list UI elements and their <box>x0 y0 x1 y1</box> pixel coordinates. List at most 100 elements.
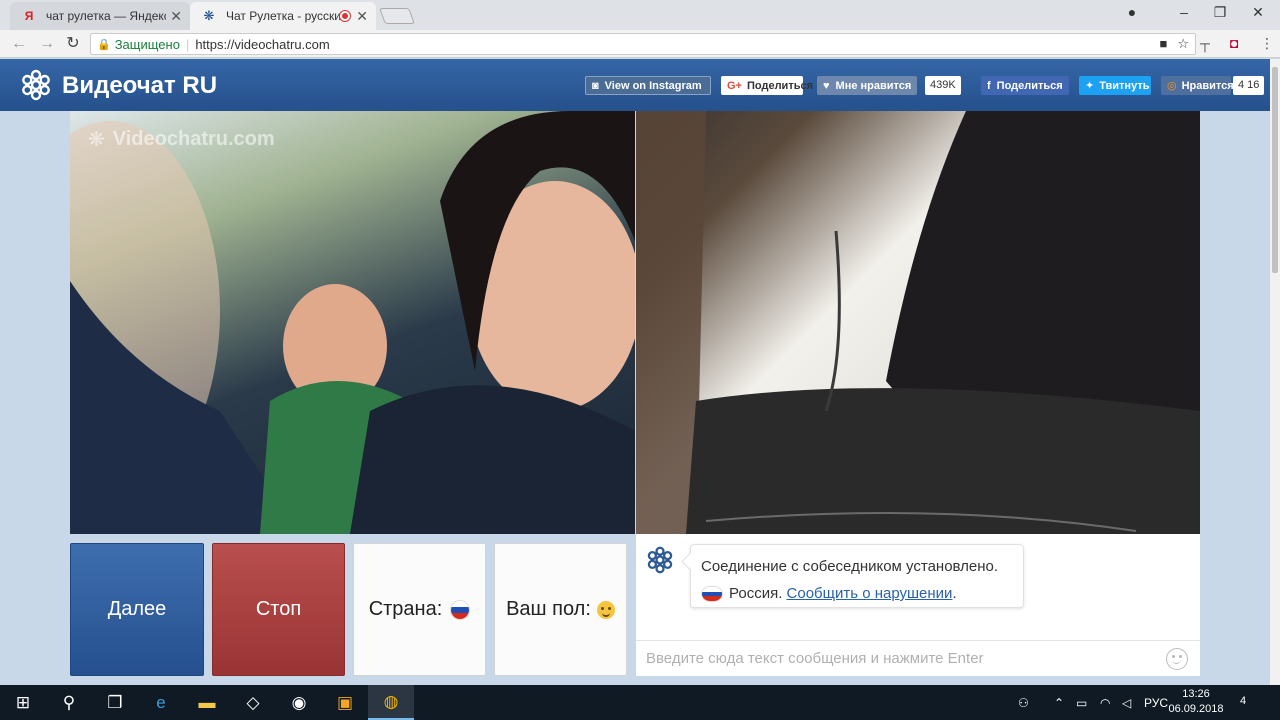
new-tab-button[interactable] <box>379 8 415 24</box>
action-center-icon[interactable]: 4 <box>1240 691 1246 709</box>
bookmark-star-icon[interactable]: ☆ <box>1177 36 1189 52</box>
instagram-icon: ◙ <box>592 79 599 92</box>
back-arrow-icon[interactable]: ← <box>8 33 30 55</box>
chat-logo-icon <box>647 546 673 574</box>
tab-title: чат рулетка — Яндекс: н <box>46 9 166 23</box>
clock-date: 06.09.2018 <box>1168 703 1224 715</box>
divider: | <box>185 36 190 52</box>
store-icon[interactable]: ◇ <box>230 685 276 720</box>
twitter-bird-icon: ✦ <box>1085 80 1095 92</box>
chat-message-input[interactable] <box>636 641 1156 675</box>
restore-icon[interactable]: ❐ <box>1208 4 1232 21</box>
lock-icon: 🔒 <box>97 38 111 51</box>
instagram-button[interactable]: ◙ View on Instagram <box>585 76 711 95</box>
wifi-icon[interactable]: ◠ <box>1100 685 1110 720</box>
camera-icon[interactable]: ■ <box>1159 36 1167 52</box>
notification-count: 4 <box>1240 695 1247 707</box>
profile-icon[interactable]: ● <box>1120 4 1144 20</box>
windows-taskbar: ⊞ ⚲ ❒ e ▬ ◇ ◉ ▣ ◍ ⚇ ⌃ ▭ ◠ ◁ РУС 13:26 06… <box>0 685 1280 720</box>
browser-toolbar: ← → ↻ 🔒 Защищено | https://videochatru.c… <box>0 30 1280 58</box>
edge-browser-icon[interactable]: e <box>138 685 184 720</box>
chrome-icon[interactable]: ◍ <box>368 685 414 720</box>
steam-icon[interactable]: ◉ <box>276 685 322 720</box>
site-header: Видеочат RU ◙ View on Instagram G+ Подел… <box>0 59 1270 111</box>
close-tab-icon[interactable]: ✕ <box>170 8 182 25</box>
recording-indicator-icon <box>340 11 350 21</box>
tray-expand-icon[interactable]: ⌃ <box>1054 685 1064 720</box>
stop-button[interactable]: Стоп <box>212 543 345 676</box>
facebook-share-button[interactable]: f Поделиться <box>981 76 1069 95</box>
page-scrollbar[interactable] <box>1270 59 1280 685</box>
like-label: Мне нравится <box>835 79 912 92</box>
twitter-label: Твитнуть <box>1099 79 1150 92</box>
vk-like-button[interactable]: ♥ Мне нравится <box>817 76 917 95</box>
gender-label: Ваш пол: <box>506 598 591 620</box>
odnoklassniki-icon: ◎ <box>1167 80 1177 92</box>
tab-title: Чат Рулетка - русски <box>226 9 341 23</box>
ok-count: 4 16 <box>1233 76 1265 95</box>
volume-icon[interactable]: ◁ <box>1122 685 1131 720</box>
country-selector[interactable]: Страна: <box>353 543 486 676</box>
gplus-icon: G+ <box>727 79 742 92</box>
partner-country: Россия. <box>729 585 783 602</box>
local-video-feed: ❋ Videochatru.com <box>70 111 635 534</box>
site-logo-icon[interactable] <box>20 69 52 101</box>
scrollbar-thumb[interactable] <box>1272 67 1278 273</box>
videochat-favicon-icon: ❋ <box>203 8 215 23</box>
tab-chat-roulette[interactable]: ❋ Чат Рулетка - русски ✕ <box>190 2 376 30</box>
watermark-text: Videochatru.com <box>112 128 275 150</box>
facebook-label: Поделиться <box>996 79 1063 92</box>
video-watermark: ❋ Videochatru.com <box>88 127 275 152</box>
chat-input-area <box>636 640 1200 676</box>
search-icon[interactable]: ⚲ <box>46 685 92 720</box>
url-text[interactable]: https://videochatru.com <box>195 37 329 52</box>
trailing-period: . <box>952 585 957 602</box>
watermark-logo-icon: ❋ <box>88 129 105 151</box>
heart-icon: ♥ <box>823 79 830 92</box>
windows-start-icon[interactable]: ⊞ <box>0 685 46 720</box>
tray-people-icon[interactable]: ⚇ <box>1018 685 1029 720</box>
forward-arrow-icon[interactable]: → <box>36 33 58 55</box>
next-button[interactable]: Далее <box>70 543 204 676</box>
site-title[interactable]: Видеочат RU <box>62 72 217 100</box>
media-player-icon[interactable]: ▣ <box>322 685 368 720</box>
extension-icon[interactable]: ┬ <box>1200 35 1210 51</box>
task-view-icon[interactable]: ❒ <box>92 685 138 720</box>
remote-video-feed <box>636 111 1200 534</box>
close-tab-icon[interactable]: ✕ <box>356 8 368 25</box>
male-face-icon <box>596 600 615 619</box>
menu-dots-icon[interactable]: ⋮ <box>1260 35 1274 52</box>
minimize-icon[interactable]: – <box>1172 4 1196 20</box>
address-bar[interactable]: 🔒 Защищено | https://videochatru.com ■ ☆ <box>90 33 1196 55</box>
remote-video-image <box>636 111 1200 534</box>
twitter-tweet-button[interactable]: ✦ Твитнуть <box>1079 76 1151 95</box>
facebook-icon: f <box>987 79 991 92</box>
gplus-label: Поделиться <box>746 79 814 92</box>
yandex-favicon-icon: Я <box>24 9 34 23</box>
input-language[interactable]: РУС <box>1144 685 1168 720</box>
clock-time: 13:26 <box>1182 688 1210 700</box>
russia-flag-icon <box>450 599 471 620</box>
close-window-icon[interactable]: ✕ <box>1246 4 1270 21</box>
browser-tab-bar: Я чат рулетка — Яндекс: н ✕ ❋ Чат Рулетк… <box>0 0 1280 30</box>
partner-info: Россия. Сообщить о нарушении. <box>701 580 1013 607</box>
system-clock[interactable]: 13:26 06.09.2018 <box>1168 687 1224 717</box>
gplus-share-button[interactable]: G+ Поделиться <box>721 76 813 95</box>
ok-label: Нравится <box>1181 79 1234 92</box>
emoji-smiley-icon[interactable] <box>1166 648 1188 670</box>
secure-label: Защищено <box>114 36 180 52</box>
ok-like-button[interactable]: ◎ Нравится <box>1161 76 1234 95</box>
like-count: 439K <box>925 76 961 95</box>
reload-icon[interactable]: ↻ <box>62 33 84 55</box>
pocket-extension-icon[interactable]: ◘ <box>1230 35 1238 51</box>
tab-yandex-search[interactable]: Я чат рулетка — Яндекс: н ✕ <box>10 2 190 30</box>
local-video-image <box>70 111 635 534</box>
file-explorer-icon[interactable]: ▬ <box>184 685 230 720</box>
gender-selector[interactable]: Ваш пол: <box>494 543 627 676</box>
report-violation-link[interactable]: Сообщить о нарушении <box>787 585 953 602</box>
system-message: Соединение с собеседником установлено. Р… <box>690 544 1024 608</box>
chat-panel: Соединение с собеседником установлено. Р… <box>636 534 1200 676</box>
instagram-label: View on Instagram <box>604 79 702 92</box>
battery-icon[interactable]: ▭ <box>1076 685 1087 720</box>
country-label: Страна: <box>368 598 443 620</box>
